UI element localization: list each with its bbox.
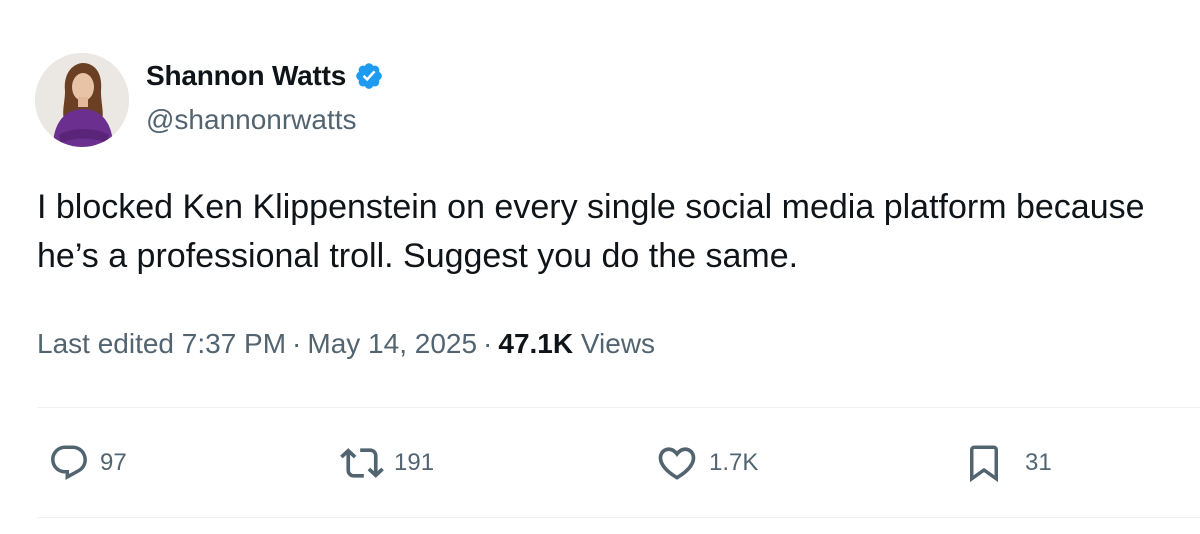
action-bar: 97 191 1.7K 31 bbox=[0, 440, 1200, 486]
meta-separator: · bbox=[483, 328, 493, 359]
divider bbox=[37, 517, 1200, 518]
heart-icon bbox=[655, 441, 699, 485]
reply-button[interactable]: 97 bbox=[48, 440, 127, 486]
tweet-date[interactable]: May 14, 2025 bbox=[307, 328, 477, 359]
tweet-text: I blocked Ken Klippenstein on every sing… bbox=[37, 188, 1145, 275]
bookmark-count: 31 bbox=[1025, 449, 1052, 476]
repost-button[interactable]: 191 bbox=[340, 440, 434, 486]
like-button[interactable]: 1.7K bbox=[655, 440, 758, 486]
repost-icon bbox=[340, 441, 384, 485]
views-label: Views bbox=[580, 328, 656, 359]
tweet-meta: Last edited 7:37 PM · May 14, 2025 · 47.1K V… bbox=[37, 328, 655, 360]
bookmark-icon bbox=[963, 442, 1005, 484]
avatar[interactable] bbox=[35, 53, 129, 147]
author-handle[interactable]: @shannonrwatts bbox=[146, 104, 357, 136]
like-count: 1.7K bbox=[709, 449, 759, 476]
verified-badge-icon[interactable] bbox=[354, 61, 384, 91]
edited-timestamp[interactable]: Last edited 7:37 PM bbox=[37, 328, 286, 359]
avatar-image bbox=[35, 53, 129, 147]
divider bbox=[37, 407, 1200, 408]
reply-icon bbox=[48, 442, 90, 484]
author-name-row: Shannon Watts bbox=[146, 58, 384, 94]
bookmark-button[interactable]: 31 bbox=[963, 440, 1052, 486]
reply-count: 97 bbox=[100, 449, 127, 476]
views-count: 47.1K bbox=[498, 328, 574, 359]
meta-separator: · bbox=[292, 328, 302, 359]
repost-count: 191 bbox=[394, 449, 435, 476]
author-display-name[interactable]: Shannon Watts bbox=[146, 60, 346, 92]
tweet-card: Shannon Watts @shannonrwatts I blocked K… bbox=[0, 0, 1200, 534]
